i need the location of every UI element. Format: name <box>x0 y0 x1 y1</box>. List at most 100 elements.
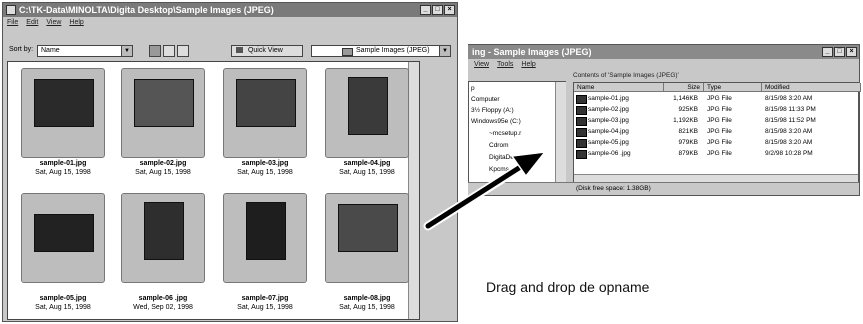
tree-item[interactable]: Computer <box>471 96 500 103</box>
menu-file[interactable]: File <box>7 17 18 28</box>
file-row[interactable]: sample-04.jpg 821KB JPG File 8/15/98 3:20 A… <box>574 126 858 137</box>
sort-label: Sort by: <box>9 46 34 53</box>
file-size: 879KB <box>678 150 698 157</box>
thumbnail-date: Sat, Aug 15, 1998 <box>237 304 293 311</box>
chevron-down-icon[interactable]: ▼ <box>121 46 132 56</box>
vertical-scrollbar[interactable] <box>408 62 419 319</box>
photo-thumbnail <box>348 77 388 135</box>
close-button[interactable]: × <box>846 47 857 57</box>
quick-view-icon <box>236 47 243 54</box>
thumbnail-caption: sample-02.jpg Sat, Aug 15, 1998 <box>116 159 210 177</box>
file-type: JPG File <box>707 95 732 102</box>
thumbnail[interactable] <box>121 193 205 283</box>
image-file-icon <box>576 139 587 148</box>
folder-dropdown[interactable]: Sample Images (JPEG) ▼ <box>311 45 451 57</box>
tree-item[interactable]: DigitaDesktop <box>489 154 529 161</box>
column-type[interactable]: Type <box>704 83 762 92</box>
tree-item[interactable]: Windows95e (C:) <box>471 118 521 125</box>
app-icon <box>6 5 16 15</box>
caption-text: Drag and drop de opname <box>486 279 650 295</box>
photo-thumbnail <box>34 214 94 252</box>
file-size: 979KB <box>678 139 698 146</box>
file-row[interactable]: sample-03.jpg 1,192KB JPG File 8/15/98 11:5… <box>574 115 858 126</box>
tree-item[interactable]: p <box>471 85 475 92</box>
photo-thumbnail <box>338 204 398 252</box>
thumbnail[interactable] <box>223 68 307 158</box>
thumbnail-date: Sat, Aug 15, 1998 <box>35 169 91 176</box>
photo-thumbnail <box>246 202 286 260</box>
image-browser-window: C:\TK-Data\MINOLTA\Digita Desktop\Sample… <box>2 2 458 322</box>
thumbnail-caption: sample-03.jpg Sat, Aug 15, 1998 <box>218 159 312 177</box>
file-size: 1,146KB <box>673 95 698 102</box>
thumbnail[interactable] <box>21 68 105 158</box>
tree-item[interactable]: Cdrom <box>489 142 509 149</box>
file-row[interactable]: sample-02.jpg 925KB JPG File 8/15/98 11:33 … <box>574 104 858 115</box>
thumbnail-view-icon[interactable] <box>149 45 161 57</box>
list-view-icon[interactable] <box>163 45 175 57</box>
menu-edit[interactable]: Edit <box>26 17 38 28</box>
file-row[interactable]: sample-01.jpg 1,146KB JPG File 8/15/98 3:20… <box>574 93 858 104</box>
folder-value: Sample Images (JPEG) <box>356 47 430 54</box>
contents-label: Contents of 'Sample Images (JPEG)' <box>573 72 679 79</box>
thumbnail-filename: sample-06 .jpg <box>138 295 188 302</box>
disk-free-space: (Disk free space: 1.38GB) <box>576 185 651 192</box>
thumbnail-date: Wed, Sep 02, 1998 <box>133 304 193 311</box>
file-type: JPG File <box>707 106 732 113</box>
menu-help[interactable]: Help <box>69 17 83 28</box>
quick-view-button[interactable]: Quick View <box>231 45 303 57</box>
close-button[interactable]: × <box>444 5 455 15</box>
quick-view-label: Quick View <box>247 47 283 54</box>
image-file-icon <box>576 117 587 126</box>
maximize-button[interactable]: □ <box>834 47 845 57</box>
title-bar[interactable]: C:\TK-Data\MINOLTA\Digita Desktop\Sample… <box>3 3 457 17</box>
file-type: JPG File <box>707 117 732 124</box>
maximize-button[interactable]: □ <box>432 5 443 15</box>
thumbnail-date: Sat, Aug 15, 1998 <box>339 169 395 176</box>
minimize-button[interactable]: _ <box>822 47 833 57</box>
photo-thumbnail <box>144 202 184 260</box>
menu-view[interactable]: View <box>46 17 61 28</box>
detail-view-icon[interactable] <box>177 45 189 57</box>
tree-item[interactable]: ~mcsetup.r <box>489 130 521 137</box>
file-type: JPG File <box>707 128 732 135</box>
thumbnail-caption: sample-07.jpg Sat, Aug 15, 1998 <box>218 294 312 312</box>
column-name[interactable]: Name <box>574 83 664 92</box>
file-name: sample-05.jpg <box>588 139 629 146</box>
title-bar[interactable]: ing - Sample Images (JPEG) _ □ × <box>468 45 859 59</box>
sort-dropdown[interactable]: Name ▼ <box>37 45 133 57</box>
menu-view[interactable]: View <box>474 59 489 70</box>
column-modified[interactable]: Modified <box>762 83 861 92</box>
photo-thumbnail <box>236 79 296 127</box>
chevron-down-icon[interactable]: ▼ <box>439 46 450 56</box>
thumbnail[interactable] <box>325 193 409 283</box>
file-row[interactable]: sample-05.jpg 979KB JPG File 8/15/98 3:20 A… <box>574 137 858 148</box>
minimize-button[interactable]: _ <box>420 5 431 15</box>
file-name: sample-04.jpg <box>588 128 629 135</box>
thumbnail[interactable] <box>21 193 105 283</box>
menu-bar: View Tools Help <box>468 59 859 70</box>
file-modified: 8/15/98 11:33 PM <box>765 106 816 113</box>
thumbnail-date: Sat, Aug 15, 1998 <box>135 169 191 176</box>
thumbnail-caption: sample-08.jpg Sat, Aug 15, 1998 <box>320 294 414 312</box>
thumbnail-filename: sample-03.jpg <box>241 160 289 167</box>
file-modified: 8/15/98 3:20 AM <box>765 139 813 146</box>
file-size: 821KB <box>678 128 698 135</box>
thumbnail-date: Sat, Aug 15, 1998 <box>237 169 293 176</box>
file-row[interactable]: sample-06 .jpg 879KB JPG File 9/2/98 10:28 … <box>574 148 858 159</box>
file-modified: 9/2/98 10:28 PM <box>765 150 813 157</box>
menu-help[interactable]: Help <box>521 59 535 70</box>
column-size[interactable]: Size <box>664 83 704 92</box>
tree-item[interactable]: 3½ Floppy (A:) <box>471 107 514 114</box>
thumbnail-filename: sample-02.jpg <box>139 160 187 167</box>
thumbnail[interactable] <box>121 68 205 158</box>
thumbnail[interactable] <box>325 68 409 158</box>
file-modified: 8/15/98 3:20 AM <box>765 128 813 135</box>
image-file-icon <box>576 95 587 104</box>
thumbnail-filename: sample-08.jpg <box>343 295 391 302</box>
thumbnail[interactable] <box>223 193 307 283</box>
tree-item[interactable]: Kpcms <box>489 166 509 173</box>
menu-bar: File Edit View Help <box>3 17 457 28</box>
thumbnail-filename: sample-01.jpg <box>39 160 87 167</box>
menu-tools[interactable]: Tools <box>497 59 513 70</box>
tree-scrollbar[interactable] <box>555 82 566 184</box>
